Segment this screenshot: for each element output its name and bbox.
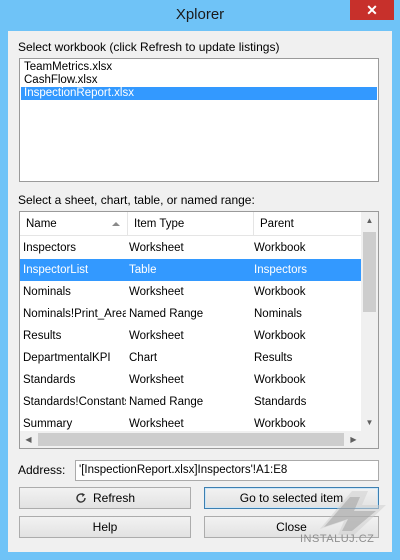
scroll-up-arrow-icon[interactable]: ▲ (361, 212, 378, 229)
address-field[interactable]: '[InspectionReport.xlsx]Inspectors'!A1:E… (75, 460, 379, 481)
workbook-item-teammetrics[interactable]: TeamMetrics.xlsx (21, 61, 112, 74)
table-row[interactable]: Nominals!Print_Area Named Range Nominals (20, 303, 362, 325)
row-name: Nominals (23, 286, 71, 298)
row-name: InspectorList (23, 264, 89, 276)
row-item-type: Named Range (129, 308, 204, 320)
table-row[interactable]: Inspectors Worksheet Workbook (20, 237, 362, 259)
address-label: Address: (18, 463, 66, 477)
items-listview[interactable]: Name Item Type Parent Inspectors Workshe… (19, 211, 379, 449)
row-parent: Results (254, 352, 293, 364)
column-header-name-label: Name (26, 218, 57, 230)
column-header-name[interactable]: Name (20, 212, 128, 236)
vertical-scroll-thumb[interactable] (363, 232, 376, 312)
table-row[interactable]: Nominals Worksheet Workbook (20, 281, 362, 303)
column-header-parent[interactable]: Parent (254, 212, 362, 236)
refresh-button[interactable]: Refresh (19, 487, 191, 509)
workbook-item-cashflow[interactable]: CashFlow.xlsx (21, 74, 98, 87)
sort-ascending-icon (112, 222, 120, 226)
horizontal-scrollbar[interactable]: ◀ ▶ (20, 431, 362, 448)
workbook-listbox[interactable]: TeamMetrics.xlsx CashFlow.xlsx Inspectio… (19, 58, 379, 182)
row-item-type: Table (129, 264, 157, 276)
row-item-type: Chart (129, 352, 158, 364)
row-name: Results (23, 330, 62, 342)
scrollbar-corner (361, 431, 378, 448)
table-row-selected[interactable]: InspectorList Table Inspectors (20, 259, 362, 281)
row-parent: Workbook (254, 242, 306, 254)
scroll-right-arrow-icon[interactable]: ▶ (345, 431, 362, 448)
row-parent: Inspectors (254, 264, 308, 276)
table-row[interactable]: Standards!Constants Named Range Standard… (20, 391, 362, 413)
title-bar[interactable]: Xplorer ✕ (0, 0, 400, 30)
row-name: DepartmentalKPI (23, 352, 111, 364)
horizontal-scroll-thumb[interactable] (38, 433, 344, 446)
scroll-left-arrow-icon[interactable]: ◀ (20, 431, 37, 448)
refresh-icon (76, 493, 86, 503)
help-button[interactable]: Help (19, 516, 191, 538)
row-name: Nominals!Print_Area (23, 308, 126, 320)
row-name: Standards!Constants (23, 396, 126, 408)
vertical-scrollbar[interactable]: ▲ ▼ (361, 212, 378, 431)
listview-header: Name Item Type Parent (20, 212, 362, 236)
row-item-type: Worksheet (129, 374, 184, 386)
workbook-list-label: Select workbook (click Refresh to update… (18, 40, 280, 54)
window-title: Xplorer (175, 6, 225, 23)
table-row[interactable]: DepartmentalKPI Chart Results (20, 347, 362, 369)
scroll-down-arrow-icon[interactable]: ▼ (361, 414, 378, 431)
column-header-item-type[interactable]: Item Type (128, 212, 254, 236)
sheet-list-label: Select a sheet, chart, table, or named r… (18, 193, 255, 207)
row-item-type: Worksheet (129, 286, 184, 298)
watermark-text: INSTALUJ.CZ (300, 533, 375, 545)
row-name: Standards (23, 374, 76, 386)
row-item-type: Worksheet (129, 242, 184, 254)
refresh-button-label: Refresh (92, 491, 136, 505)
app-window: Xplorer ✕ Select workbook (click Refresh… (0, 0, 400, 560)
workbook-item-inspectionreport[interactable]: InspectionReport.xlsx (21, 87, 377, 100)
dialog-client-area: Select workbook (click Refresh to update… (8, 31, 392, 552)
row-parent: Nominals (254, 308, 302, 320)
row-item-type: Worksheet (129, 330, 184, 342)
table-row[interactable]: Standards Worksheet Workbook (20, 369, 362, 391)
table-row[interactable]: Results Worksheet Workbook (20, 325, 362, 347)
row-parent: Workbook (254, 330, 306, 342)
row-parent: Standards (254, 396, 307, 408)
row-parent: Workbook (254, 286, 306, 298)
row-item-type: Named Range (129, 396, 204, 408)
window-close-button[interactable]: ✕ (350, 0, 394, 20)
row-parent: Workbook (254, 374, 306, 386)
row-name: Inspectors (23, 242, 77, 254)
